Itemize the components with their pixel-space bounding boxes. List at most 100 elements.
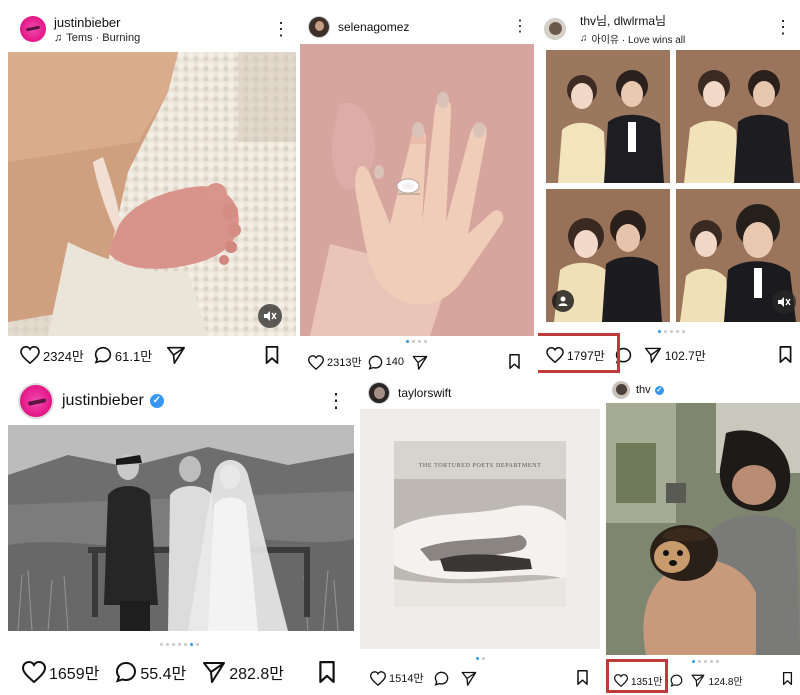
comment-button[interactable]: 140 (368, 355, 404, 370)
post-media[interactable] (546, 50, 800, 322)
post-header: thv님, dlwlrma님 ♫ 아이유 · Love wins all (544, 12, 800, 46)
like-button[interactable]: 1514만 (370, 670, 424, 686)
comment-icon (670, 674, 683, 687)
carousel-indicator (406, 340, 427, 343)
comment-icon (94, 346, 112, 364)
like-count: 1514만 (389, 673, 424, 685)
highlight-box (606, 659, 668, 693)
post-media[interactable] (300, 44, 534, 336)
more-options-icon[interactable]: ⋮ (326, 391, 346, 411)
verified-badge-icon: ✓ (149, 394, 164, 408)
ring-hand-image (300, 44, 534, 336)
avatar[interactable] (20, 16, 46, 42)
post-selenagomez-ring: selenagomez ⋮ 2313만 140 (298, 0, 538, 375)
username[interactable]: taylorswift (398, 386, 451, 400)
avatar[interactable] (308, 16, 330, 38)
username[interactable]: selenagomez (338, 20, 409, 34)
share-count: 102.7만 (664, 348, 706, 363)
comment-icon (368, 355, 382, 370)
bookmark-icon[interactable] (264, 346, 280, 364)
comment-count: 61.1만 (114, 348, 153, 364)
send-icon (644, 347, 661, 363)
music-text: Tems · Burning (66, 31, 141, 44)
carousel-indicator (476, 657, 485, 660)
username[interactable]: thv님, dlwlrma님 (580, 12, 685, 29)
share-count: 282.8만 (229, 666, 284, 683)
like-button[interactable]: 2324만 (20, 346, 84, 365)
music-text: 아이유 · Love wins all (591, 35, 686, 46)
send-icon (203, 662, 226, 683)
more-options-icon[interactable]: ⋮ (512, 19, 528, 35)
post-header: thv ✓ (612, 379, 800, 401)
post-media[interactable]: THE TORTURED POETS DEPARTMENT (360, 409, 600, 649)
mute-icon[interactable] (772, 290, 796, 314)
post-header: taylorswift (368, 379, 602, 407)
comment-count: 55.4만 (140, 666, 187, 683)
share-button[interactable]: 124.8만 (691, 673, 743, 688)
comment-button[interactable] (670, 674, 683, 687)
photobooth-grid-image (546, 50, 800, 322)
send-icon (692, 674, 705, 687)
carousel-indicator (692, 660, 719, 663)
comment-button[interactable]: 55.4만 (115, 660, 186, 684)
verified-badge-icon: ✓ (654, 385, 664, 395)
avatar[interactable] (612, 381, 630, 399)
wedding-ceremony-image (8, 425, 354, 631)
comment-button[interactable] (434, 671, 449, 686)
post-header: selenagomez (308, 14, 538, 40)
comment-count: 140 (385, 356, 404, 368)
username[interactable]: justinbieber (62, 392, 144, 410)
comment-button[interactable]: 61.1만 (94, 346, 152, 365)
bookmark-icon[interactable] (778, 346, 793, 363)
share-button[interactable] (166, 346, 186, 364)
action-bar: 1659만 55.4만 282.8만 (22, 659, 358, 685)
baby-foot-image (8, 52, 296, 336)
like-button[interactable]: 1659만 (22, 660, 99, 684)
album-title: THE TORTURED POETS DEPARTMENT (418, 463, 542, 469)
bookmark-icon[interactable] (576, 670, 589, 685)
heart-icon (370, 670, 386, 686)
send-icon (461, 671, 476, 686)
share-button[interactable] (412, 355, 428, 370)
music-label[interactable]: ♫ 아이유 · Love wins all (580, 31, 685, 46)
post-media[interactable] (606, 403, 800, 655)
music-note-icon: ♫ (580, 33, 588, 44)
avatar[interactable] (368, 382, 390, 404)
share-button[interactable] (461, 671, 477, 686)
send-icon (167, 346, 186, 364)
heart-icon (22, 661, 46, 683)
post-taylorswift-album: taylorswift THE TORTURED POETS DEPARTMEN… (358, 375, 602, 695)
mute-icon[interactable] (258, 304, 282, 328)
share-button[interactable]: 282.8만 (202, 660, 284, 684)
share-button[interactable]: 102.7만 (644, 347, 706, 364)
heart-icon (308, 354, 324, 370)
like-count: 2313만 (327, 357, 362, 369)
username[interactable]: thv (636, 384, 651, 396)
heart-icon (20, 346, 40, 364)
post-justinbieber-baby: justinbieber ♫ Tems · Burning ⋮ 2324만 61… (0, 0, 298, 375)
tagged-people-icon[interactable] (552, 290, 574, 312)
bookmark-icon[interactable] (782, 672, 793, 685)
music-label[interactable]: ♫ Tems · Burning (54, 32, 140, 44)
action-bar: 1514만 (370, 668, 602, 688)
avatar[interactable] (544, 18, 566, 40)
bookmark-icon[interactable] (318, 661, 336, 683)
highlight-box (538, 333, 620, 373)
like-button[interactable]: 2313만 (308, 354, 362, 370)
post-thv-dlwlrma: thv님, dlwlrma님 ♫ 아이유 · Love wins all ⋮ 1… (538, 0, 800, 375)
username[interactable]: justinbieber (54, 15, 140, 30)
action-bar: 2324만 61.1만 (20, 344, 298, 366)
share-count: 124.8만 (708, 676, 743, 688)
like-count: 2324만 (43, 348, 84, 364)
post-thv-dog: thv ✓ 1351만 124.8만 (602, 375, 800, 695)
comment-icon (116, 661, 137, 683)
like-count: 1659만 (49, 666, 100, 683)
post-media[interactable] (8, 425, 354, 631)
album-cover-image (360, 409, 600, 649)
carousel-indicator (658, 330, 685, 333)
bookmark-icon[interactable] (508, 354, 521, 369)
post-media[interactable] (8, 52, 296, 336)
more-options-icon[interactable]: ⋮ (272, 20, 290, 38)
more-options-icon[interactable]: ⋮ (774, 18, 792, 36)
avatar[interactable] (18, 383, 54, 419)
